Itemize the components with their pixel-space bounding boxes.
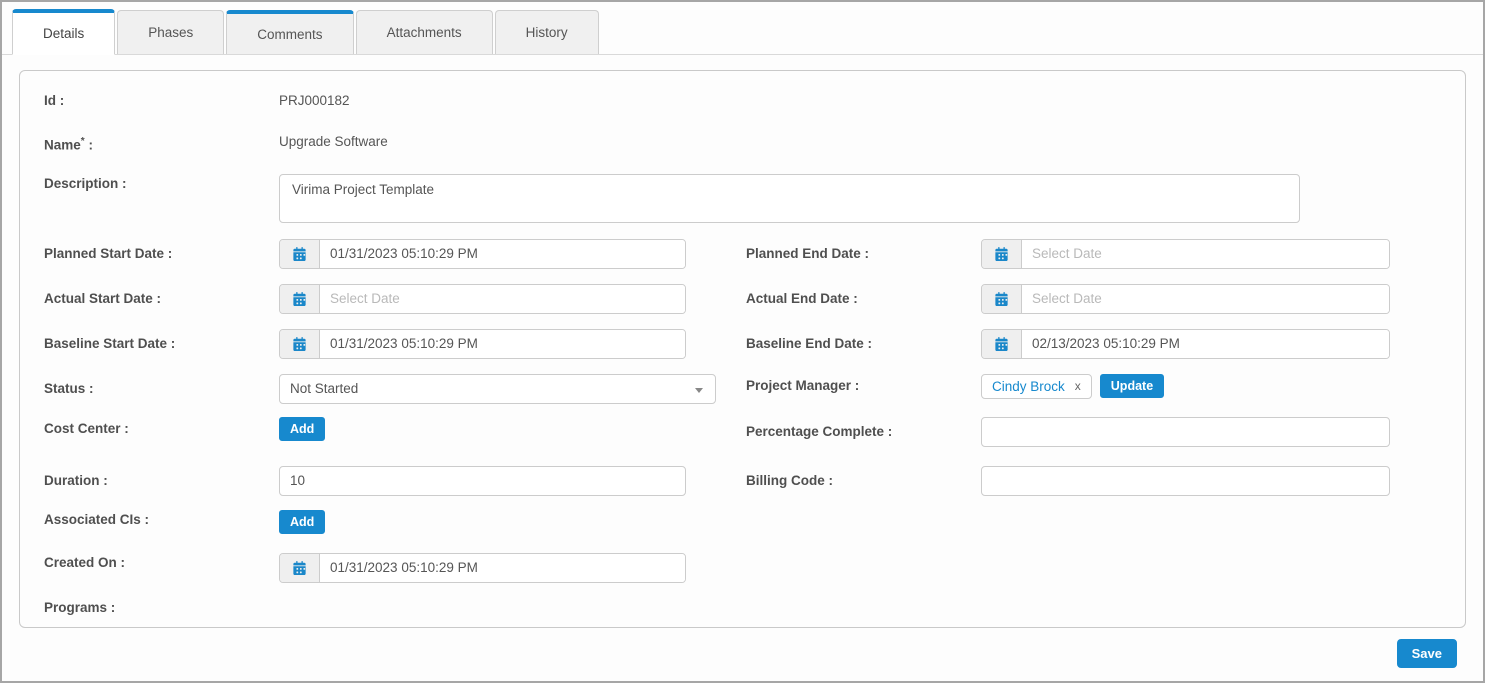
created-on-dategroup bbox=[279, 553, 686, 583]
tab-bar: Details Phases Comments Attachments Hist… bbox=[2, 2, 1483, 55]
save-button[interactable]: Save bbox=[1397, 639, 1457, 668]
baseline-end-input[interactable] bbox=[1022, 330, 1389, 358]
actual-start-calendar-button[interactable] bbox=[280, 285, 320, 313]
project-manager-chip: Cindy Brock x bbox=[981, 374, 1092, 399]
baseline-start-label: Baseline Start Date : bbox=[44, 334, 279, 354]
baseline-start-calendar-button[interactable] bbox=[280, 330, 320, 358]
details-tab-content: Id : PRJ000182 Name* : Upgrade Software … bbox=[2, 55, 1483, 668]
project-manager-chip-name: Cindy Brock bbox=[992, 379, 1065, 394]
form-row-name: Name* : Upgrade Software bbox=[44, 132, 1441, 156]
actual-start-label: Actual Start Date : bbox=[44, 289, 279, 309]
actual-end-input[interactable] bbox=[1022, 285, 1389, 313]
tab-comments-label: Comments bbox=[257, 27, 322, 42]
description-textarea[interactable]: Virima Project Template bbox=[279, 174, 1300, 223]
form-row-associated-cis: Associated CIs : Add bbox=[44, 510, 1441, 534]
tab-attachments-label: Attachments bbox=[387, 25, 462, 40]
form-row-duration-billing: Duration : Billing Code : bbox=[44, 466, 1441, 496]
status-label: Status : bbox=[44, 379, 279, 399]
action-bar: Save bbox=[19, 628, 1466, 668]
form-row-id: Id : PRJ000182 bbox=[44, 91, 1441, 111]
baseline-end-calendar-button[interactable] bbox=[982, 330, 1022, 358]
calendar-icon bbox=[995, 247, 1008, 261]
calendar-icon bbox=[293, 247, 306, 261]
planned-end-dategroup bbox=[981, 239, 1390, 269]
calendar-icon bbox=[293, 292, 306, 306]
percentage-complete-input[interactable] bbox=[981, 417, 1390, 447]
add-cost-center-button[interactable]: Add bbox=[279, 417, 325, 441]
created-on-calendar-button[interactable] bbox=[280, 554, 320, 582]
planned-start-dategroup bbox=[279, 239, 686, 269]
remove-project-manager-icon[interactable]: x bbox=[1075, 379, 1081, 393]
duration-input[interactable] bbox=[279, 466, 686, 496]
calendar-icon bbox=[995, 292, 1008, 306]
update-project-manager-button[interactable]: Update bbox=[1100, 374, 1164, 398]
tab-attachments[interactable]: Attachments bbox=[356, 10, 493, 54]
form-row-programs: Programs : bbox=[44, 598, 1441, 618]
programs-label: Programs : bbox=[44, 598, 279, 618]
tab-history[interactable]: History bbox=[495, 10, 599, 54]
form-row-baseline-dates: Baseline Start Date : Baseline End Date … bbox=[44, 329, 1441, 359]
calendar-icon bbox=[293, 337, 306, 351]
tab-details-label: Details bbox=[43, 26, 84, 41]
tab-history-label: History bbox=[526, 25, 568, 40]
status-select[interactable]: Not Started bbox=[279, 374, 716, 404]
planned-end-calendar-button[interactable] bbox=[982, 240, 1022, 268]
id-label: Id : bbox=[44, 91, 279, 111]
planned-start-label: Planned Start Date : bbox=[44, 244, 279, 264]
calendar-icon bbox=[995, 337, 1008, 351]
created-on-label: Created On : bbox=[44, 553, 279, 573]
actual-start-dategroup bbox=[279, 284, 686, 314]
actual-end-dategroup bbox=[981, 284, 1390, 314]
actual-end-calendar-button[interactable] bbox=[982, 285, 1022, 313]
name-label-text: Name bbox=[44, 138, 81, 153]
duration-label: Duration : bbox=[44, 471, 279, 491]
status-selected-value: Not Started bbox=[290, 381, 358, 396]
tab-comments[interactable]: Comments bbox=[226, 10, 353, 54]
required-asterisk: * bbox=[81, 136, 85, 147]
description-label: Description : bbox=[44, 174, 279, 194]
billing-code-label: Billing Code : bbox=[746, 471, 981, 491]
associated-cis-label: Associated CIs : bbox=[44, 510, 279, 530]
form-row-planned-dates: Planned Start Date : Planned End Date : bbox=[44, 239, 1441, 269]
planned-end-input[interactable] bbox=[1022, 240, 1389, 268]
name-label: Name* : bbox=[44, 132, 279, 156]
tab-phases-label: Phases bbox=[148, 25, 193, 40]
id-value: PRJ000182 bbox=[279, 91, 350, 111]
planned-start-input[interactable] bbox=[320, 240, 685, 268]
baseline-start-input[interactable] bbox=[320, 330, 685, 358]
name-value: Upgrade Software bbox=[279, 132, 388, 152]
details-form-panel: Id : PRJ000182 Name* : Upgrade Software … bbox=[19, 70, 1466, 628]
billing-code-input[interactable] bbox=[981, 466, 1390, 496]
calendar-icon bbox=[293, 561, 306, 575]
form-row-created-on: Created On : bbox=[44, 553, 1441, 583]
actual-start-input[interactable] bbox=[320, 285, 685, 313]
planned-start-calendar-button[interactable] bbox=[280, 240, 320, 268]
baseline-start-dategroup bbox=[279, 329, 686, 359]
form-row-status-pm: Status : Not Started Project Manager : C… bbox=[44, 374, 1441, 404]
actual-end-label: Actual End Date : bbox=[746, 289, 981, 309]
app-window: Details Phases Comments Attachments Hist… bbox=[0, 0, 1485, 683]
form-row-cost-percentage: Cost Center : Add Percentage Complete : bbox=[44, 417, 1441, 447]
form-row-description: Description : Virima Project Template bbox=[44, 174, 1441, 223]
name-label-colon: : bbox=[88, 138, 93, 153]
percentage-complete-label: Percentage Complete : bbox=[746, 422, 981, 442]
baseline-end-label: Baseline End Date : bbox=[746, 334, 981, 354]
cost-center-label: Cost Center : bbox=[44, 419, 279, 439]
tab-phases[interactable]: Phases bbox=[117, 10, 224, 54]
tab-details[interactable]: Details bbox=[12, 9, 115, 55]
chevron-down-icon bbox=[695, 388, 703, 393]
add-associated-ci-button[interactable]: Add bbox=[279, 510, 325, 534]
form-row-actual-dates: Actual Start Date : Actual End Date : bbox=[44, 284, 1441, 314]
planned-end-label: Planned End Date : bbox=[746, 244, 981, 264]
project-manager-field: Cindy Brock x Update bbox=[981, 374, 1164, 399]
project-manager-label: Project Manager : bbox=[746, 376, 981, 396]
created-on-input[interactable] bbox=[320, 554, 685, 582]
baseline-end-dategroup bbox=[981, 329, 1390, 359]
